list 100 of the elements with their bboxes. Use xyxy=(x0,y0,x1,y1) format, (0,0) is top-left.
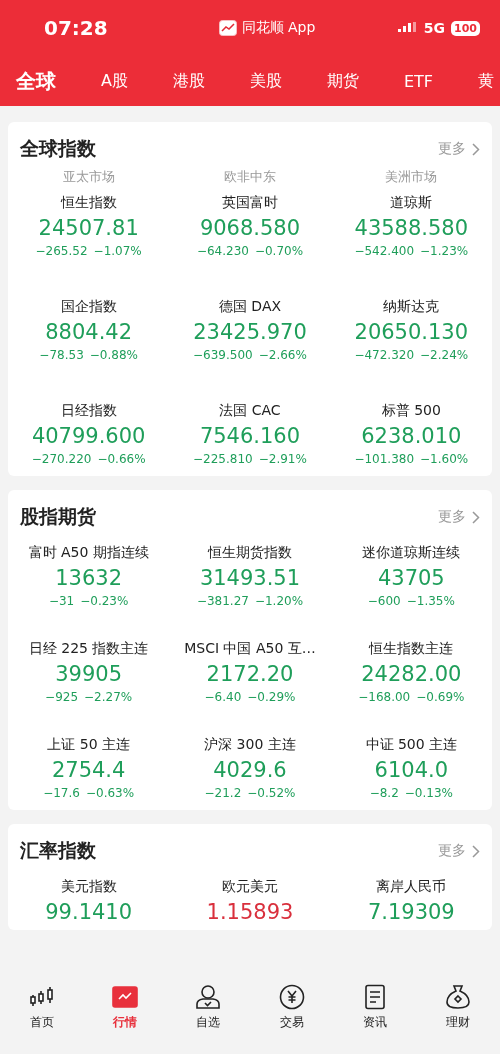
index-name[interactable]: 德国 DAX xyxy=(218,298,282,316)
yen-icon xyxy=(278,984,305,1010)
change-percent: −0.69% xyxy=(416,690,465,704)
chart-icon xyxy=(112,984,138,1010)
status-time: 07:28 xyxy=(44,16,109,40)
index-value: 31493.51 xyxy=(199,565,301,592)
change-percent: −0.23% xyxy=(80,594,129,608)
market-tab[interactable]: 期货 xyxy=(322,70,363,92)
index-value: 6104.0 xyxy=(374,757,449,784)
change-percent: −0.66% xyxy=(97,452,146,466)
nav-tab[interactable]: 自选 xyxy=(166,984,250,1054)
index-name[interactable]: 美元指数 xyxy=(60,878,117,896)
market-heading: 美洲市场 xyxy=(384,168,439,186)
index-name[interactable]: 恒生指数主连 xyxy=(369,640,454,658)
change-amount: −542.400 xyxy=(354,244,415,258)
nav-tab[interactable]: 首页 xyxy=(0,984,84,1054)
index-name[interactable]: 日经指数 xyxy=(60,402,117,420)
section-title: 汇率指数 xyxy=(20,838,96,863)
index-value: 13632 xyxy=(55,565,123,592)
index-value: 39905 xyxy=(55,661,123,688)
market-tab[interactable]: 港股 xyxy=(168,70,209,92)
market-tab[interactable]: 黄 xyxy=(473,70,498,92)
change-amount: −600 xyxy=(367,594,401,608)
index-value: 24507.81 xyxy=(38,215,139,242)
change-amount: −270.220 xyxy=(31,452,92,466)
change-amount: −21.2 xyxy=(204,786,242,800)
index-value: 43705 xyxy=(377,565,445,592)
index-value: 9068.580 xyxy=(199,215,301,242)
nav-tab[interactable]: 资讯 xyxy=(333,984,417,1054)
change-amount: −78.53 xyxy=(39,348,84,362)
chevron-right-icon xyxy=(472,142,480,156)
index-name[interactable]: 国企指数 xyxy=(60,298,117,316)
index-value: 20650.130 xyxy=(354,319,469,346)
index-name[interactable]: 日经 225 指数主连 xyxy=(28,640,149,658)
change-percent: −1.60% xyxy=(420,452,469,466)
index-value: 8804.42 xyxy=(45,319,133,346)
change-percent: −1.07% xyxy=(93,244,142,258)
change-amount: −472.320 xyxy=(354,348,415,362)
market-tab[interactable]: 全球 xyxy=(12,67,60,95)
change-amount: −168.00 xyxy=(358,690,411,704)
network-type: 5G xyxy=(423,20,446,36)
index-value: 7.19309 xyxy=(367,899,455,926)
index-value: 2754.4 xyxy=(51,757,126,784)
index-name[interactable]: 富时 A50 期指连续 xyxy=(28,544,149,562)
index-name[interactable]: 上证 50 主连 xyxy=(47,736,130,754)
change-percent: −0.29% xyxy=(247,690,296,704)
change-amount: −64.230 xyxy=(196,244,249,258)
index-name[interactable]: 离岸人民币 xyxy=(376,878,447,896)
section-title: 全球指数 xyxy=(20,136,96,161)
change-percent: −2.91% xyxy=(258,452,307,466)
change-amount: −31 xyxy=(48,594,75,608)
change-percent: −0.63% xyxy=(85,786,135,800)
market-heading: 亚太市场 xyxy=(61,168,116,186)
market-tab[interactable]: ETF xyxy=(399,71,437,91)
change-amount: −639.500 xyxy=(193,348,253,362)
index-name[interactable]: 恒生期货指数 xyxy=(208,544,292,562)
change-amount: −265.52 xyxy=(35,244,88,258)
app-logo-icon xyxy=(218,20,237,36)
nav-tab[interactable]: 交易 xyxy=(250,984,334,1054)
change-percent: −1.20% xyxy=(254,594,304,608)
index-name[interactable]: 标普 500 xyxy=(381,402,441,420)
person-icon xyxy=(195,984,222,1010)
change-percent: −1.23% xyxy=(420,244,469,258)
index-name[interactable]: 欧元美元 xyxy=(222,878,278,896)
index-value: 40799.600 xyxy=(31,423,146,450)
market-tab[interactable]: 美股 xyxy=(245,70,286,92)
change-percent: −2.27% xyxy=(84,690,133,704)
index-value: 99.1410 xyxy=(45,899,133,926)
change-percent: −1.35% xyxy=(406,594,455,608)
index-name[interactable]: 纳斯达克 xyxy=(383,298,440,316)
change-amount: −6.40 xyxy=(204,690,242,704)
index-name[interactable]: 中证 500 主连 xyxy=(365,736,458,754)
signal-icon xyxy=(397,22,418,34)
nav-tab[interactable]: 理财 xyxy=(416,984,500,1054)
index-value: 4029.6 xyxy=(213,757,287,784)
change-amount: −101.380 xyxy=(354,452,415,466)
change-amount: −17.6 xyxy=(43,786,80,800)
index-value: 7546.160 xyxy=(199,423,301,450)
change-percent: −2.24% xyxy=(420,348,469,362)
index-value: 1.15893 xyxy=(206,899,294,926)
change-percent: −0.13% xyxy=(404,786,453,800)
index-value: 23425.970 xyxy=(193,319,307,346)
battery-level: 100 xyxy=(451,20,480,36)
index-name[interactable]: 法国 CAC xyxy=(219,402,281,420)
index-name[interactable]: MSCI 中国 A50 互… xyxy=(184,640,316,658)
money-bag-icon xyxy=(445,984,472,1010)
change-amount: −8.2 xyxy=(369,786,399,800)
index-name[interactable]: 道琼斯 xyxy=(390,194,433,212)
index-name[interactable]: 恒生指数 xyxy=(60,194,117,212)
change-percent: −0.88% xyxy=(89,348,138,362)
index-name[interactable]: 英国富时 xyxy=(222,194,278,212)
index-name[interactable]: 沪深 300 主连 xyxy=(204,736,296,754)
index-value: 43588.580 xyxy=(354,215,469,242)
chevron-right-icon xyxy=(472,844,480,858)
index-name[interactable]: 迷你道琼斯连续 xyxy=(362,544,461,562)
nav-tab[interactable]: 行情 xyxy=(83,984,167,1054)
index-value: 2172.20 xyxy=(206,661,294,688)
change-amount: −925 xyxy=(45,690,79,704)
change-percent: −2.66% xyxy=(258,348,307,362)
market-tab[interactable]: A股 xyxy=(97,70,132,92)
